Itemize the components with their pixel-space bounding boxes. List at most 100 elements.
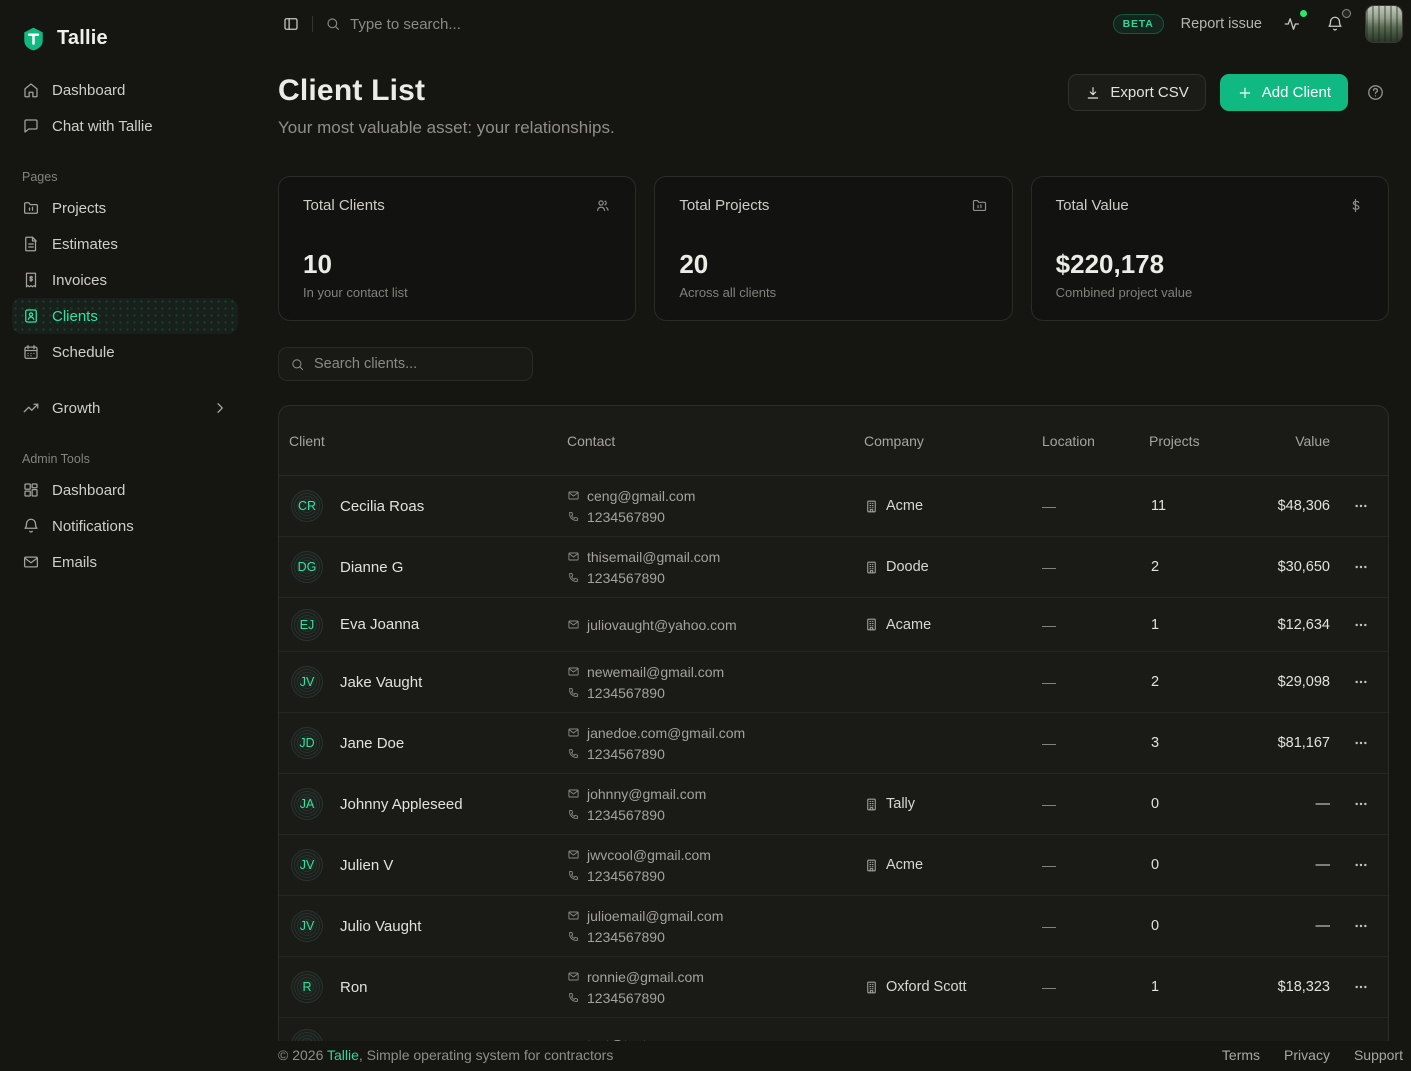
sidebar-item-dashboard[interactable]: Dashboard <box>12 472 238 508</box>
table-row[interactable]: JD Jane Doe janedoe.com@gmail.com 123456… <box>279 713 1388 774</box>
notification-badge <box>1342 9 1351 18</box>
row-menu-button[interactable] <box>1349 853 1373 877</box>
row-menu-button[interactable] <box>1349 975 1373 999</box>
client-location: — <box>1032 674 1139 690</box>
search-icon <box>290 357 305 372</box>
sidebar-item-dashboard[interactable]: Dashboard <box>12 72 238 108</box>
report-issue-button[interactable]: Report issue <box>1181 16 1262 32</box>
sidebar-item-estimates[interactable]: Estimates <box>12 226 238 262</box>
row-menu-button[interactable] <box>1349 731 1373 755</box>
trending-up-icon <box>22 399 40 417</box>
stat-caption: Across all clients <box>679 285 987 300</box>
client-value: $81,167 <box>1227 735 1332 751</box>
help-button[interactable] <box>1362 79 1389 106</box>
row-menu-button[interactable] <box>1349 555 1373 579</box>
client-value: $18,323 <box>1227 979 1332 995</box>
client-value: — <box>1227 918 1332 934</box>
sidebar-section: Dashboard Chat with Tallie <box>12 72 238 144</box>
brand[interactable]: Tallie <box>12 14 238 58</box>
building-icon <box>864 499 879 514</box>
table-row[interactable]: JV Julien V jwvcool@gmail.com 1234567890… <box>279 835 1388 896</box>
footer-link-privacy[interactable]: Privacy <box>1284 1047 1330 1063</box>
table-row[interactable]: DG Dianne G thisemail@gmail.com 12345678… <box>279 537 1388 598</box>
stats-row: Total Clients 10 In your contact list To… <box>278 176 1389 321</box>
bell-icon <box>22 517 40 535</box>
ellipsis-icon <box>1353 796 1369 812</box>
stat-card-total-projects: Total Projects 20 Across all clients <box>654 176 1012 321</box>
panel-left-icon <box>282 15 300 33</box>
sidebar: Tallie Dashboard Chat with Tallie Pages … <box>0 0 250 1071</box>
home-icon <box>22 81 40 99</box>
add-client-button[interactable]: Add Client <box>1220 74 1348 111</box>
row-menu-button[interactable] <box>1349 792 1373 816</box>
sidebar-item-clients[interactable]: Clients <box>12 298 238 334</box>
footer-link-support[interactable]: Support <box>1354 1047 1403 1063</box>
global-search-input[interactable] <box>350 16 610 33</box>
sidebar-item-projects[interactable]: Projects <box>12 190 238 226</box>
client-company: Acme <box>886 857 923 873</box>
table-row[interactable]: JA Johnny Appleseed johnny@gmail.com 123… <box>279 774 1388 835</box>
building-icon <box>864 980 879 995</box>
users-icon <box>594 197 611 214</box>
client-avatar: JD <box>291 727 323 759</box>
user-avatar[interactable] <box>1365 5 1403 43</box>
table-row[interactable]: JV Julio Vaught julioemail@gmail.com 123… <box>279 896 1388 957</box>
sidebar-nav: Dashboard Chat with Tallie Pages Project… <box>12 72 238 580</box>
sidebar-toggle-button[interactable] <box>278 11 304 37</box>
page-title: Client List <box>278 74 615 108</box>
stat-label: Total Projects <box>679 197 769 214</box>
client-avatar: JA <box>291 788 323 820</box>
sidebar-section: Growth <box>12 390 238 426</box>
search-icon <box>325 16 341 32</box>
plus-icon <box>1237 85 1253 101</box>
row-menu-button[interactable] <box>1349 494 1373 518</box>
ellipsis-icon <box>1353 617 1369 633</box>
client-email: juliovaught@yahoo.com <box>587 617 737 633</box>
table-row[interactable]: JV Jake Vaught newemail@gmail.com 123456… <box>279 652 1388 713</box>
activity-button[interactable] <box>1279 11 1305 37</box>
table-row[interactable]: CR Cecilia Roas ceng@gmail.com 123456789… <box>279 476 1388 537</box>
mail-icon <box>567 787 580 800</box>
client-email: newemail@gmail.com <box>587 664 724 680</box>
copyright: © 2026 Tallie, Simple operating system f… <box>278 1047 613 1063</box>
client-search-input[interactable] <box>314 356 521 372</box>
client-email: johnny@gmail.com <box>587 786 706 802</box>
client-email: janedoe.com@gmail.com <box>587 725 745 741</box>
sidebar-item-notifications[interactable]: Notifications <box>12 508 238 544</box>
stat-label: Total Clients <box>303 197 385 214</box>
sidebar-item-schedule[interactable]: Schedule <box>12 334 238 370</box>
client-company: Acame <box>886 617 931 633</box>
row-menu-button[interactable] <box>1349 670 1373 694</box>
receipt-icon <box>22 271 40 289</box>
client-search[interactable] <box>278 347 533 381</box>
sidebar-item-chat-with-tallie[interactable]: Chat with Tallie <box>12 108 238 144</box>
footer-brand-link[interactable]: Tallie <box>327 1047 359 1063</box>
column-header-value: Value <box>1227 433 1332 449</box>
export-csv-button[interactable]: Export CSV <box>1068 74 1205 111</box>
client-email: ronnie@gmail.com <box>587 969 704 985</box>
global-search[interactable] <box>325 16 610 33</box>
client-location: — <box>1032 979 1139 995</box>
topbar: BETA Report issue <box>250 0 1411 48</box>
footer-link-terms[interactable]: Terms <box>1222 1047 1260 1063</box>
sidebar-section-label: Pages <box>22 170 228 184</box>
folder-icon <box>22 199 40 217</box>
client-projects: 2 <box>1139 559 1227 575</box>
clients-table: Client Contact Company Location Projects… <box>278 405 1389 1071</box>
sidebar-item-invoices[interactable]: Invoices <box>12 262 238 298</box>
client-name: Jake Vaught <box>340 674 422 691</box>
table-row[interactable]: EJ Eva Joanna juliovaught@yahoo.com Acam… <box>279 598 1388 652</box>
client-location: — <box>1032 857 1139 873</box>
notifications-button[interactable] <box>1322 11 1348 37</box>
phone-icon <box>567 571 580 584</box>
row-menu-button[interactable] <box>1349 914 1373 938</box>
ellipsis-icon <box>1353 674 1369 690</box>
client-phone: 1234567890 <box>587 807 665 823</box>
sidebar-item-emails[interactable]: Emails <box>12 544 238 580</box>
table-row[interactable]: R Ron ronnie@gmail.com 1234567890 Oxford… <box>279 957 1388 1018</box>
client-location: — <box>1032 559 1139 575</box>
row-menu-button[interactable] <box>1349 613 1373 637</box>
sidebar-item-growth[interactable]: Growth <box>12 390 238 426</box>
client-phone: 1234567890 <box>587 868 665 884</box>
phone-icon <box>567 930 580 943</box>
